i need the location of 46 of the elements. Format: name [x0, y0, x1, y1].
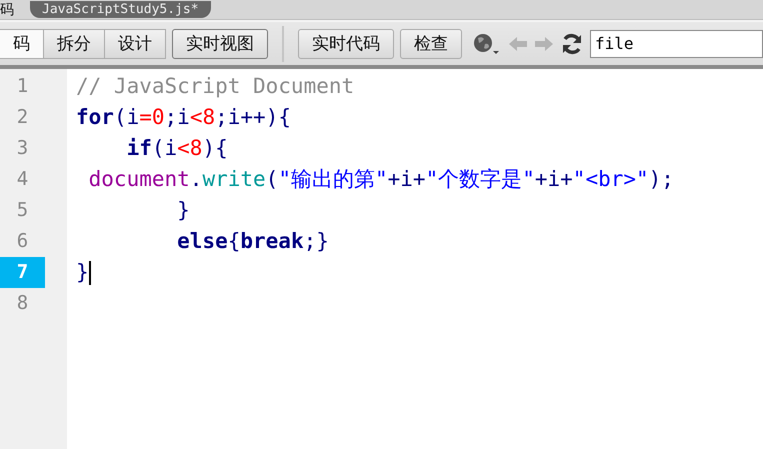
code-token: );	[648, 166, 674, 193]
refresh-icon[interactable]	[560, 32, 584, 56]
code-token: {	[228, 228, 240, 255]
code-token: (i	[152, 135, 178, 162]
view-button[interactable]: 设计	[105, 28, 166, 58]
code-token: (	[266, 166, 278, 193]
address-field[interactable]: file	[590, 30, 763, 58]
code-token: +i+	[388, 166, 426, 193]
live-view-button[interactable]: 实时视图	[172, 28, 268, 58]
line-number: 5	[16, 198, 30, 223]
code-token: // JavaScript Document	[76, 73, 354, 100]
toolbar-button[interactable]: 检查	[400, 28, 462, 58]
code-token: write	[202, 166, 266, 193]
code-token: break	[240, 228, 304, 255]
code-token: <8	[177, 135, 202, 162]
line-number: 6	[16, 229, 30, 254]
code-token: if	[126, 135, 152, 162]
globe-icon[interactable]	[472, 32, 502, 56]
document-tab[interactable]: JavaScriptStudy5.js*	[30, 1, 211, 18]
line-number: 3	[16, 136, 30, 161]
view-button[interactable]: 码	[0, 28, 44, 58]
line-number: 7	[0, 257, 45, 288]
code-token: =0	[139, 104, 165, 131]
code-token: ;i++){	[215, 104, 291, 131]
code-token: .	[190, 166, 202, 193]
code-token: ){	[202, 135, 228, 162]
view-button[interactable]: 拆分	[44, 28, 105, 58]
panel-label: 码	[0, 0, 14, 18]
code-token: "<br>"	[572, 166, 649, 193]
code-token: for	[76, 104, 114, 131]
line-number: 2	[16, 105, 30, 130]
code-token: "输出的第"	[278, 166, 388, 193]
code-token: (i	[114, 104, 140, 131]
code-token: <8	[190, 104, 216, 131]
line-number: 1	[16, 74, 30, 99]
code-token: +i+	[534, 166, 573, 193]
code-token: ;}	[304, 228, 329, 255]
code-token: ;i	[164, 104, 190, 131]
code-token: }	[176, 197, 190, 224]
toolbar-button[interactable]: 实时代码	[298, 28, 394, 58]
line-number: 4	[16, 167, 30, 192]
code-token: else	[176, 228, 228, 255]
code-token: "个数字是"	[426, 166, 535, 193]
code-token: }	[76, 259, 89, 286]
code-token: document	[88, 166, 190, 193]
line-number: 8	[16, 291, 30, 316]
